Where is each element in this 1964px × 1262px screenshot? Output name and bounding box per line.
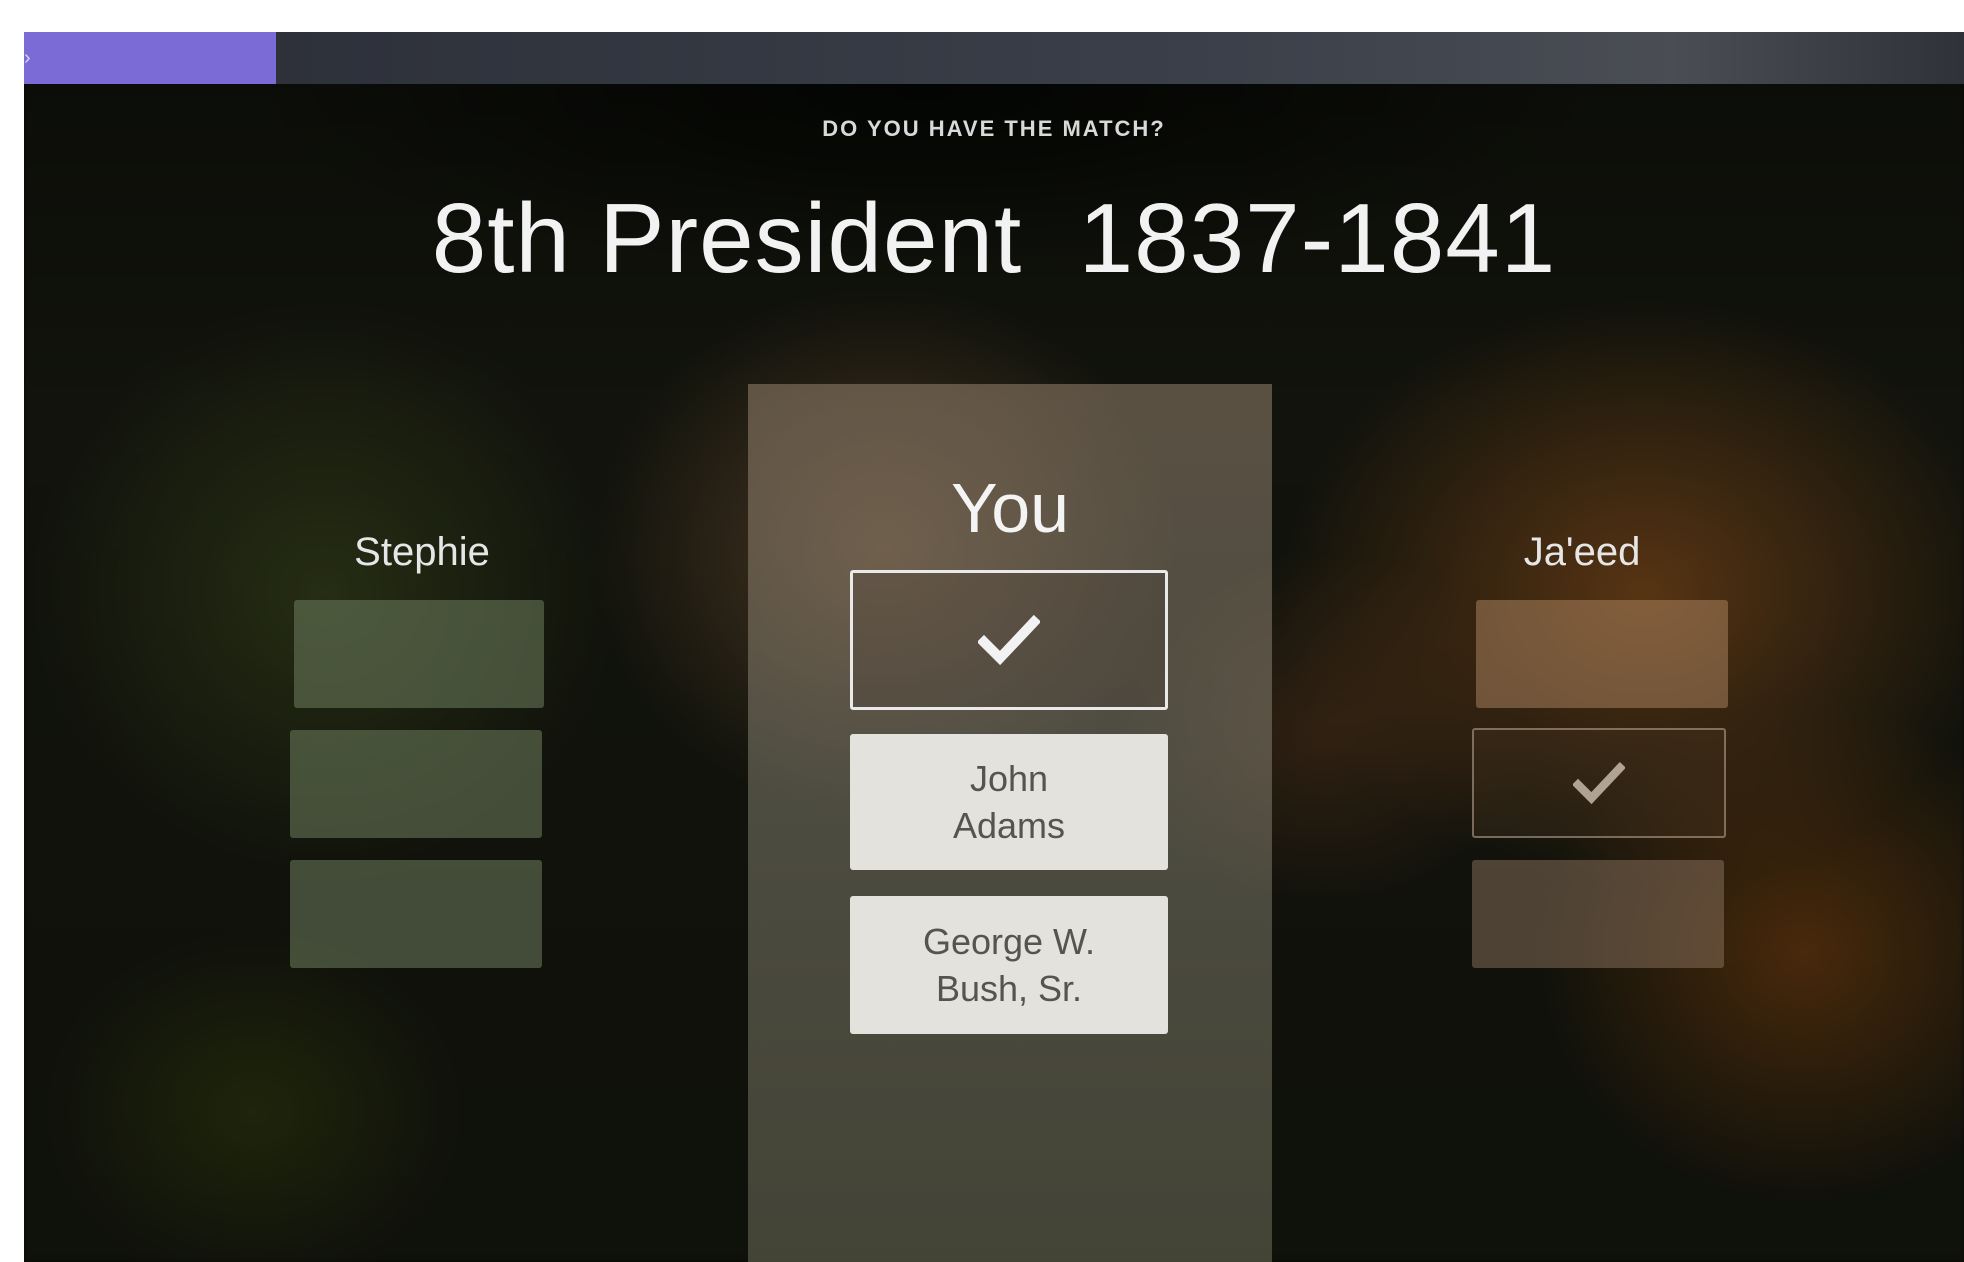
opponent-left-card-1 — [294, 600, 544, 708]
answer-option-2[interactable]: George W. Bush, Sr. — [850, 896, 1168, 1034]
opponent-right-card-1 — [1476, 600, 1728, 708]
answer-option-1[interactable]: John Adams — [850, 734, 1168, 870]
round-prompt: DO YOU HAVE THE MATCH? — [822, 116, 1166, 141]
progress-bar-fill: › — [24, 32, 277, 84]
chevron-right-icon: › — [24, 47, 31, 69]
opponent-right-selected-slot — [1472, 728, 1726, 838]
progress-bar: › — [24, 32, 1964, 84]
answer-option-1-label: John Adams — [952, 758, 1066, 846]
selected-answer-slot[interactable] — [850, 570, 1168, 710]
game-screen: › DO YOU HAVE THE MATCH? 8th President 1… — [24, 32, 1964, 1262]
check-icon — [978, 614, 1040, 666]
opponent-left-card-2 — [290, 730, 542, 838]
check-icon — [1573, 761, 1625, 805]
opponent-right-card-3 — [1472, 860, 1724, 968]
opponent-name-left: Stephie — [354, 530, 490, 574]
answer-option-2-label: George W. Bush, Sr. — [922, 921, 1096, 1009]
opponent-name-right: Ja'eed — [1523, 530, 1641, 574]
opponent-left-card-3 — [290, 860, 542, 968]
player-name: You — [950, 469, 1070, 547]
question-title: 8th President 1837-1841 — [431, 183, 1557, 293]
